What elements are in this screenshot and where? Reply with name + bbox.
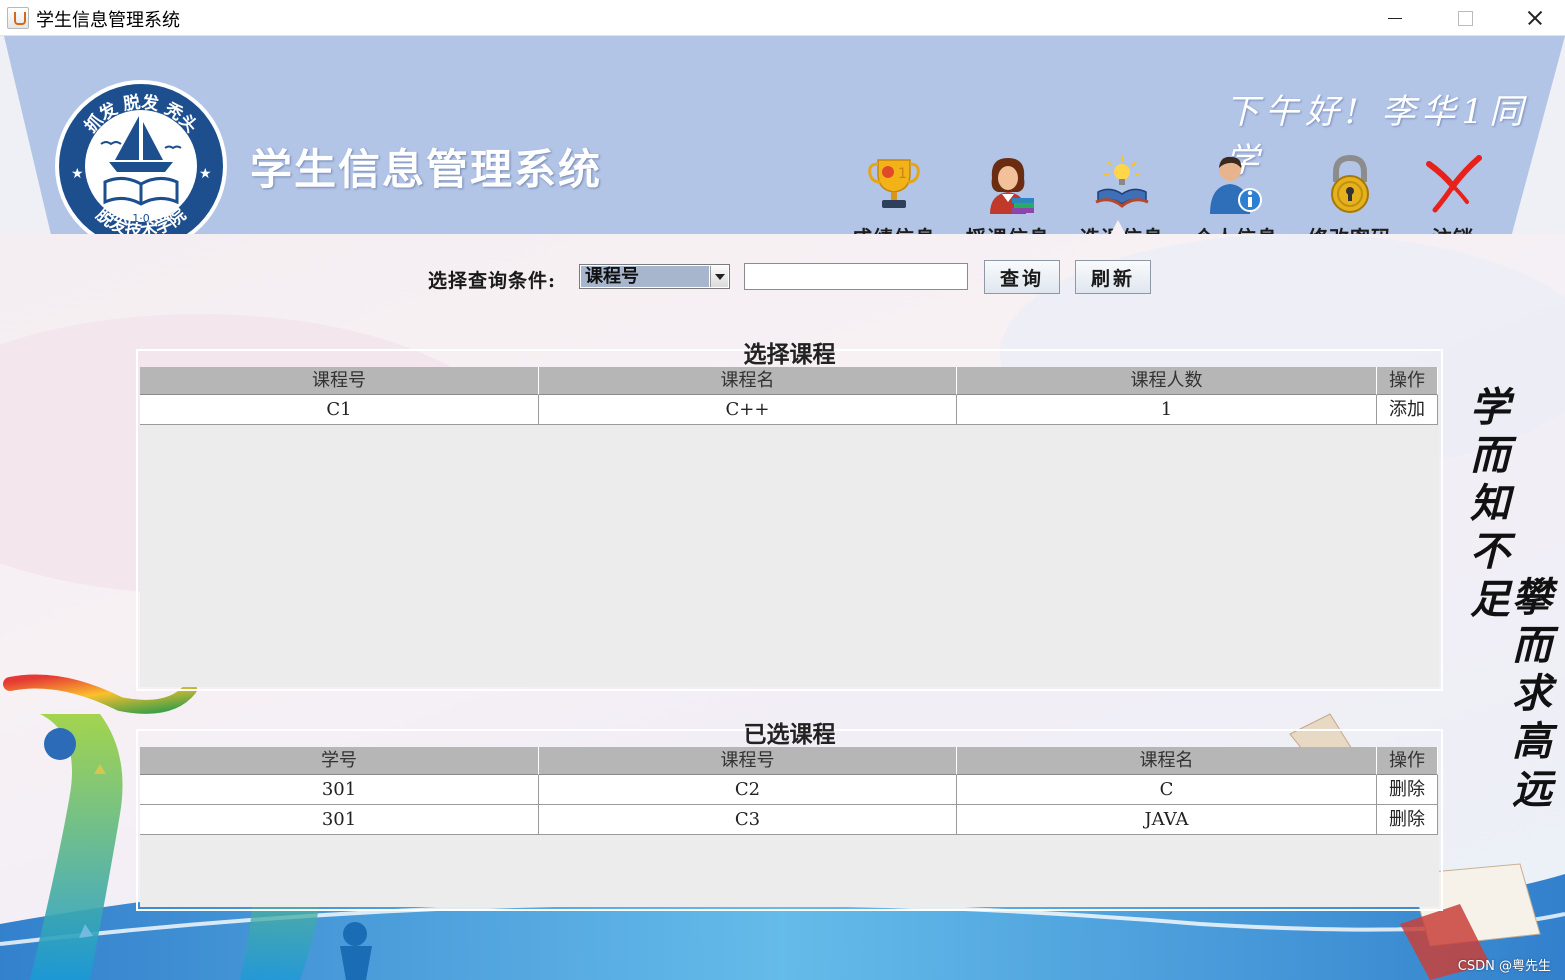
table-header-row: 课程号 课程名 课程人数 操作 (140, 367, 1438, 397)
svg-text:★: ★ (71, 166, 84, 182)
selected-courses-panel: 学号 课程号 课程名 操作 301 C2 C 删除 301 C3 JAVA 删除 (136, 729, 1443, 911)
course-name-cell[interactable]: JAVA (957, 805, 1377, 835)
svg-text:1: 1 (898, 166, 907, 182)
title-bar: 学生信息管理系统 (0, 0, 1565, 36)
search-condition-value: 课程号 (581, 266, 709, 287)
enrollment-cell[interactable]: 1 (957, 395, 1377, 425)
add-course-button[interactable]: 添加 (1377, 395, 1438, 425)
column-header[interactable]: 课程号 (140, 367, 539, 395)
maximize-button[interactable] (1430, 0, 1500, 36)
column-header[interactable]: 课程人数 (957, 367, 1377, 395)
table-header-row: 学号 课程号 课程名 操作 (140, 747, 1438, 777)
delete-course-button[interactable]: 删除 (1377, 805, 1438, 835)
available-courses-table: 课程号 课程名 课程人数 操作 C1 C++ 1 添加 (140, 367, 1439, 687)
column-header[interactable]: 操作 (1377, 747, 1438, 775)
school-logo: 抓发 脱发 秃头 脱发技术学院 ★ ★ 1·0 (55, 80, 227, 234)
active-nav-pointer (1110, 220, 1126, 234)
nav-grades[interactable]: 1 成绩信息 (839, 154, 949, 234)
column-header[interactable]: 学号 (140, 747, 539, 775)
column-header[interactable]: 操作 (1377, 367, 1438, 395)
minimize-button[interactable] (1360, 0, 1430, 36)
query-button[interactable]: 查询 (984, 260, 1060, 294)
nav-teaching[interactable]: 授课信息 (953, 154, 1063, 234)
calligraphy-column-2: 攀 而 求 高 远 (1512, 574, 1552, 813)
nav-logout[interactable]: 注销 (1398, 154, 1508, 234)
column-header[interactable]: 课程号 (539, 747, 957, 775)
search-condition-label: 选择查询条件: (428, 270, 557, 292)
nav-label: 个人信息 (1181, 222, 1291, 234)
person-info-icon (1210, 156, 1262, 214)
chevron-down-icon[interactable] (710, 266, 728, 287)
column-header[interactable]: 课程名 (539, 367, 957, 395)
nav-label: 修改密码 (1295, 222, 1405, 234)
svg-text:★: ★ (199, 166, 212, 182)
main-content: 选择查询条件: 课程号 查询 刷新 课程号 课程名 课程人数 操作 C1 C++… (0, 234, 1565, 980)
trophy-icon: 1 (868, 159, 920, 208)
book-lamp-icon (1095, 156, 1149, 208)
delete-course-button[interactable]: 删除 (1377, 775, 1438, 805)
refresh-button[interactable]: 刷新 (1075, 260, 1151, 294)
nav-label: 授课信息 (953, 222, 1063, 234)
course-name-cell[interactable]: C++ (539, 395, 957, 425)
table-row[interactable]: C1 C++ 1 添加 (140, 395, 1438, 425)
window-title: 学生信息管理系统 (36, 10, 180, 31)
selected-courses-table: 学号 课程号 课程名 操作 301 C2 C 删除 301 C3 JAVA 删除 (140, 747, 1439, 907)
course-id-cell[interactable]: C2 (539, 775, 957, 805)
header-banner: 抓发 脱发 秃头 脱发技术学院 ★ ★ 1·0 学生信息管理系统 下午好! 李华… (0, 36, 1565, 234)
student-id-cell[interactable]: 301 (140, 775, 539, 805)
system-title: 学生信息管理系统 (250, 145, 603, 194)
nav-personal-info[interactable]: 个人信息 (1181, 154, 1291, 234)
close-button[interactable] (1500, 0, 1565, 36)
search-input[interactable] (744, 263, 968, 290)
watermark: CSDN @粤先生 (1457, 959, 1551, 974)
available-courses-title: 选择课程 (743, 341, 836, 368)
padlock-icon (1331, 154, 1369, 213)
java-app-icon (7, 7, 29, 29)
nav-change-password[interactable]: 修改密码 (1295, 154, 1405, 234)
nav-label: 注销 (1398, 222, 1508, 234)
table-row[interactable]: 301 C2 C 删除 (140, 775, 1438, 805)
table-row[interactable]: 301 C3 JAVA 删除 (140, 805, 1438, 835)
course-id-cell[interactable]: C1 (140, 395, 539, 425)
student-id-cell[interactable]: 301 (140, 805, 539, 835)
svg-text:1·0: 1·0 (132, 212, 150, 225)
red-x-icon (1426, 155, 1482, 213)
calligraphy-column-1: 学 而 知 不 足 (1470, 384, 1510, 623)
teacher-icon (990, 158, 1034, 214)
course-id-cell[interactable]: C3 (539, 805, 957, 835)
available-courses-panel: 课程号 课程名 课程人数 操作 C1 C++ 1 添加 (136, 349, 1443, 691)
nav-label: 成绩信息 (839, 222, 949, 234)
column-header[interactable]: 课程名 (957, 747, 1377, 775)
selected-courses-title: 已选课程 (743, 721, 836, 748)
search-condition-select[interactable]: 课程号 (579, 264, 730, 289)
course-name-cell[interactable]: C (957, 775, 1377, 805)
